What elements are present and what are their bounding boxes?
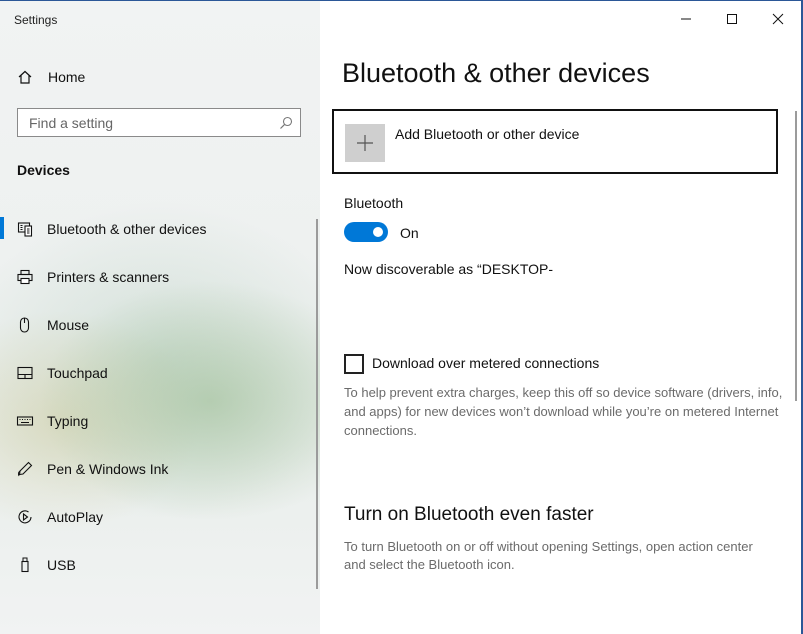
settings-window: Settings Home Devices Bluetooth & other … xyxy=(0,0,803,634)
bluetooth-label: Bluetooth xyxy=(344,195,404,211)
maximize-icon xyxy=(727,14,737,24)
toggle-knob xyxy=(373,227,383,237)
app-title: Settings xyxy=(14,13,58,27)
sidebar-item-label: Pen & Windows Ink xyxy=(47,461,169,477)
window-controls xyxy=(663,1,801,36)
sidebar: Settings Home Devices Bluetooth & other … xyxy=(0,1,320,634)
faster-help-text: To turn Bluetooth on or off without open… xyxy=(344,539,753,572)
close-icon xyxy=(772,13,784,25)
maximize-button[interactable] xyxy=(709,1,755,36)
pen-icon xyxy=(16,460,34,478)
discoverable-text: Now discoverable as “DESKTOP- xyxy=(344,261,554,277)
metered-checkbox[interactable] xyxy=(344,354,364,374)
section-title: Devices xyxy=(17,162,70,178)
printer-icon xyxy=(16,268,34,286)
plus-icon xyxy=(345,124,385,162)
minimize-icon xyxy=(681,18,691,20)
faster-heading: Turn on Bluetooth even faster xyxy=(344,504,594,525)
search-box[interactable] xyxy=(17,108,301,137)
nav-home-label: Home xyxy=(48,69,86,85)
sidebar-item-pen[interactable]: Pen & Windows Ink xyxy=(0,451,316,487)
selected-indicator xyxy=(0,217,4,239)
touchpad-icon xyxy=(16,364,34,382)
usb-icon xyxy=(16,556,34,574)
sidebar-item-autoplay[interactable]: AutoPlay xyxy=(0,499,316,535)
metered-help-text: To help prevent extra charges, keep this… xyxy=(344,385,783,438)
sidebar-item-label: Mouse xyxy=(47,317,90,333)
home-icon xyxy=(17,69,33,85)
sidebar-item-usb[interactable]: USB xyxy=(0,547,316,583)
search-icon[interactable] xyxy=(279,116,293,130)
metered-label[interactable]: Download over metered connections xyxy=(372,355,599,371)
add-device-label: Add Bluetooth or other device xyxy=(395,126,580,142)
sidebar-item-label: Touchpad xyxy=(47,365,108,381)
close-button[interactable] xyxy=(755,1,801,36)
sidebar-scrollbar[interactable] xyxy=(316,219,318,589)
sidebar-item-bluetooth[interactable]: Bluetooth & other devices xyxy=(0,211,316,247)
page-title: Bluetooth & other devices xyxy=(342,58,650,88)
minimize-button[interactable] xyxy=(663,1,709,36)
main-content: Bluetooth & other devices Add Bluetooth … xyxy=(320,1,801,634)
sidebar-item-label: Printers & scanners xyxy=(47,269,170,285)
sidebar-item-label: Typing xyxy=(47,413,89,429)
sidebar-item-label: Bluetooth & other devices xyxy=(47,221,207,237)
bluetooth-state: On xyxy=(400,225,419,241)
sidebar-item-typing[interactable]: Typing xyxy=(0,403,316,439)
sidebar-item-label: AutoPlay xyxy=(47,509,104,525)
bluetooth-toggle[interactable] xyxy=(344,222,388,242)
add-device-button[interactable]: Add Bluetooth or other device xyxy=(332,109,778,174)
nav-home[interactable]: Home xyxy=(0,63,320,91)
mouse-icon xyxy=(16,316,34,334)
main-scrollbar[interactable] xyxy=(795,111,797,401)
keyboard-icon xyxy=(16,412,34,430)
sidebar-item-touchpad[interactable]: Touchpad xyxy=(0,355,316,391)
bluetooth-devices-icon xyxy=(16,220,34,238)
search-input[interactable] xyxy=(27,114,271,132)
autoplay-icon xyxy=(16,508,34,526)
sidebar-item-mouse[interactable]: Mouse xyxy=(0,307,316,343)
sidebar-item-label: USB xyxy=(47,557,76,573)
sidebar-item-printers[interactable]: Printers & scanners xyxy=(0,259,316,295)
